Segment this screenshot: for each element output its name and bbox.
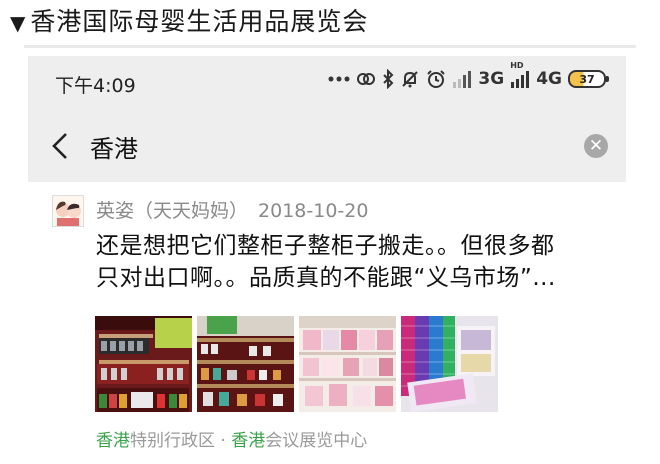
status-time: 下午4:09: [55, 75, 136, 97]
signal-icon: [453, 71, 472, 88]
phone-screenshot: 下午4:09 3G HD 4G 37 香港 ✕ 英姿（天天妈妈） 2018-10-…: [28, 56, 626, 464]
location-city[interactable]: 香港: [96, 431, 130, 451]
photo-thumbnail[interactable]: [401, 316, 498, 412]
mute-bell-icon: [402, 71, 419, 88]
hd-badge: HD: [510, 61, 524, 70]
signal-icon: [511, 71, 530, 88]
search-input[interactable]: 香港: [90, 129, 138, 164]
location-venue-highlight[interactable]: 香港: [231, 431, 265, 451]
more-dots-icon: [328, 76, 350, 82]
network-3g: 3G: [478, 69, 505, 89]
location-venue: 会议展览中心: [265, 431, 368, 451]
battery-level: 37: [579, 72, 595, 86]
status-icons: 3G HD 4G 37: [328, 61, 609, 89]
network-4g: 4G: [536, 69, 562, 89]
bluetooth-icon: [383, 69, 394, 89]
post-date: 2018-10-20: [258, 200, 369, 222]
author-name[interactable]: 英姿（天天妈妈）: [96, 200, 248, 222]
search-bar: 香港 ✕: [28, 110, 626, 182]
status-bar: 下午4:09 3G HD 4G 37: [28, 56, 626, 110]
location-region: 特别行政区 ·: [130, 431, 232, 451]
battery-indicator: 37: [568, 70, 609, 88]
photo-thumbnail[interactable]: [95, 316, 192, 412]
photo-thumbnail[interactable]: [299, 316, 396, 412]
post-text-line: 还是想把它们整柜子整柜子搬走。。但很多都: [96, 233, 555, 259]
moment-post[interactable]: 英姿（天天妈妈） 2018-10-20 还是想把它们整柜子整柜子搬走。。但很多都 …: [28, 182, 626, 464]
location-tag[interactable]: 香港特别行政区 · 香港会议展览中心: [96, 426, 367, 451]
chevron-left-icon[interactable]: [50, 132, 70, 160]
photo-grid: [95, 316, 498, 412]
clear-circle-icon[interactable]: ✕: [584, 134, 608, 158]
headline-text: 香港国际母婴生活用品展览会: [30, 7, 369, 36]
avatar[interactable]: [52, 195, 84, 227]
post-text-line: 只对出口啊。。品质真的不能跟“义乌市场”...: [96, 265, 556, 291]
headline: ▼ 香港国际母婴生活用品展览会: [10, 4, 368, 40]
divider: [24, 45, 636, 48]
post-text: 还是想把它们整柜子整柜子搬走。。但很多都 只对出口啊。。品质真的不能跟“义乌市场…: [96, 230, 616, 294]
photo-thumbnail[interactable]: [197, 316, 294, 412]
link-icon: [357, 73, 376, 85]
alarm-clock-icon: [427, 70, 446, 88]
post-meta: 英姿（天天妈妈） 2018-10-20: [96, 196, 368, 223]
triangle-marker-icon: ▼: [10, 11, 27, 35]
